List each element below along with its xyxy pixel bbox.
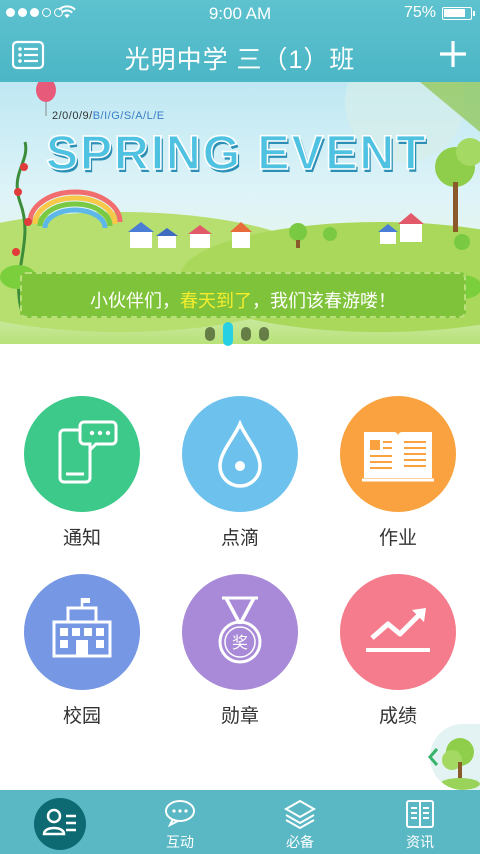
- tile-notice[interactable]: 通知: [4, 370, 160, 550]
- navigation-bar: 光明中学 三（1）班: [0, 30, 480, 80]
- battery-percentage: 75%: [403, 4, 436, 21]
- tile-label: 点滴: [220, 528, 259, 549]
- page-dot[interactable]: [259, 327, 269, 341]
- tab-contacts[interactable]: [0, 790, 120, 854]
- news-book-icon: [406, 800, 434, 828]
- banner-headline: SPRING EVENT: [45, 126, 428, 181]
- layers-icon: [283, 799, 317, 830]
- page-dot[interactable]: [241, 327, 251, 341]
- banner-subtitle: 2/0/0/9/B/I/G/S/A/L/E: [52, 110, 165, 122]
- battery-icon: [442, 7, 475, 20]
- top-bar: 9:00 AM 75% 光明中学 三（1）班: [0, 0, 480, 82]
- tile-moments[interactable]: 点滴: [162, 370, 318, 550]
- bottom-tab-bar: 互动 必备 资讯: [0, 790, 480, 854]
- tile-grades[interactable]: 成绩: [320, 548, 476, 728]
- phone-chat-icon: [24, 396, 140, 512]
- tile-label: 作业: [378, 528, 417, 549]
- page-dot-active[interactable]: [223, 322, 233, 346]
- add-plus-icon[interactable]: [436, 36, 470, 72]
- tab-label: 必备: [286, 834, 314, 850]
- book-icon: [340, 396, 456, 512]
- tile-label: 通知: [62, 528, 101, 549]
- droplet-icon: [182, 396, 298, 512]
- class-title[interactable]: 光明中学 三（1）班: [0, 40, 480, 76]
- tile-homework[interactable]: 作业: [320, 370, 476, 550]
- contacts-icon: [34, 798, 86, 850]
- tile-label: 成绩: [378, 706, 417, 727]
- tile-campus[interactable]: 校园: [4, 548, 160, 728]
- tab-interaction[interactable]: 互动: [120, 790, 240, 854]
- medal-icon: 奖: [182, 574, 298, 690]
- medal-text: 奖: [232, 633, 248, 652]
- banner-ribbon-text: 小伙伴们，春天到了，我们该春游喽！: [90, 291, 396, 311]
- page-dot[interactable]: [205, 327, 215, 341]
- tab-essentials[interactable]: 必备: [240, 790, 360, 854]
- tab-label: 互动: [166, 834, 194, 850]
- tab-news[interactable]: 资讯: [360, 790, 480, 854]
- status-bar: 9:00 AM 75%: [0, 0, 480, 26]
- spring-event-banner[interactable]: 2/0/0/9/B/I/G/S/A/L/E SPRING EVENT 小伙伴们，…: [0, 82, 480, 344]
- chevron-left-icon[interactable]: [426, 746, 440, 768]
- chat-bubbles-icon: [165, 800, 195, 828]
- tab-label: 资讯: [406, 834, 434, 850]
- tile-medal[interactable]: 奖 勋章: [162, 548, 318, 728]
- banner-page-indicator[interactable]: [205, 322, 269, 346]
- tile-label: 校园: [62, 706, 101, 727]
- school-building-icon: [24, 574, 140, 690]
- tile-label: 勋章: [220, 706, 259, 727]
- trend-up-icon: [340, 574, 456, 690]
